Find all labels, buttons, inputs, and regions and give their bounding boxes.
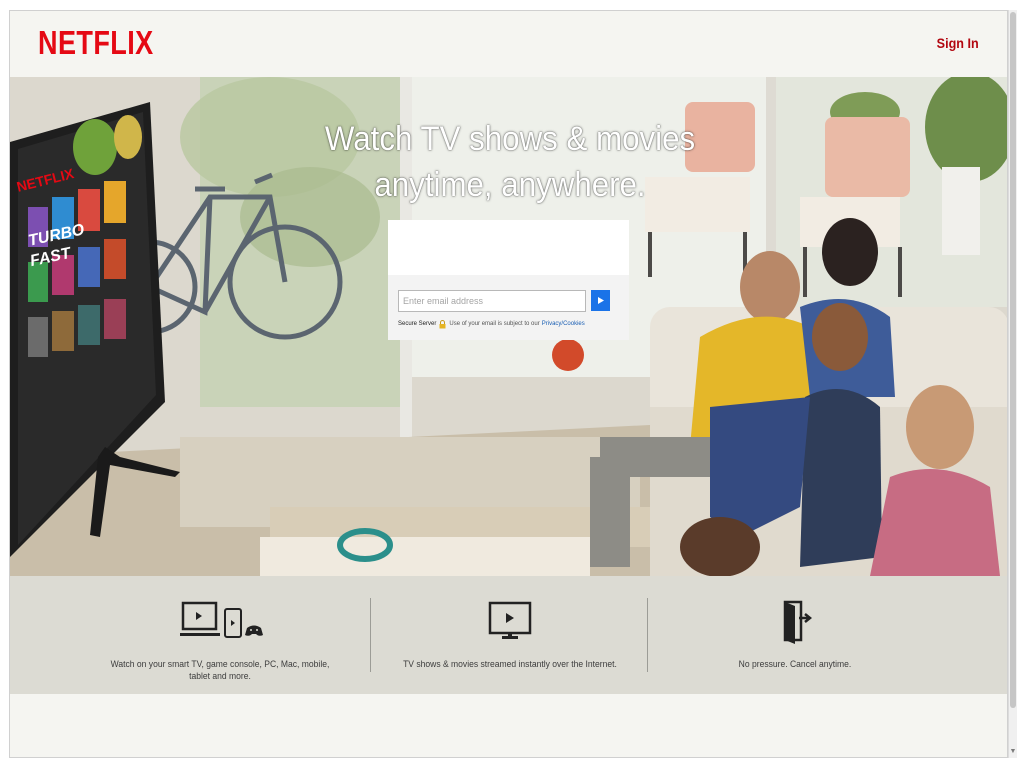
cancel-door-icon bbox=[783, 600, 813, 644]
feature-streaming: TV shows & movies streamed instantly ove… bbox=[390, 576, 630, 694]
email-input[interactable] bbox=[398, 290, 586, 312]
features-band: Watch on your smart TV, game console, PC… bbox=[10, 576, 1007, 694]
lock-icon bbox=[439, 319, 446, 328]
monitor-play-icon bbox=[488, 601, 532, 639]
play-arrow-icon bbox=[597, 297, 604, 304]
feature-cancel-caption: No pressure. Cancel anytime. bbox=[738, 659, 852, 669]
scroll-down-arrow-icon[interactable]: ▼ bbox=[1009, 748, 1017, 756]
devices-icon bbox=[180, 601, 263, 638]
feature-divider bbox=[647, 598, 648, 672]
vertical-scrollbar[interactable]: ▼ bbox=[1008, 10, 1017, 758]
feature-devices-caption: Watch on your smart TV, game console, PC… bbox=[110, 659, 330, 681]
sign-in-link[interactable]: Sign In bbox=[937, 35, 979, 51]
email-signup-form: Secure Server Use of your email is subje… bbox=[388, 220, 629, 340]
browser-viewport: NETFLIX Sign In NETFLIX TURBO FAST Watch… bbox=[9, 10, 1008, 758]
site-header: NETFLIX Sign In bbox=[10, 11, 1007, 77]
headline-line-2: anytime, anywhere. bbox=[374, 166, 646, 204]
privacy-cookies-link[interactable]: Privacy/Cookies bbox=[542, 321, 585, 327]
privacy-note-text: Use of your email is subject to our bbox=[449, 321, 540, 327]
feature-divider bbox=[370, 598, 371, 672]
secure-server-note: Secure Server Use of your email is subje… bbox=[398, 318, 623, 330]
email-submit-button[interactable] bbox=[591, 290, 610, 311]
scrollbar-thumb[interactable] bbox=[1010, 12, 1016, 708]
feature-devices: Watch on your smart TV, game console, PC… bbox=[100, 576, 340, 694]
secure-server-label: Secure Server bbox=[398, 321, 437, 327]
hero-section: NETFLIX TURBO FAST Watch TV shows & movi… bbox=[10, 77, 1007, 576]
headline-line-1: Watch TV shows & movies bbox=[324, 120, 696, 158]
page-below-fold bbox=[10, 694, 1007, 757]
feature-cancel: No pressure. Cancel anytime. bbox=[675, 576, 915, 694]
netflix-logo[interactable]: NETFLIX bbox=[38, 23, 154, 63]
feature-streaming-caption: TV shows & movies streamed instantly ove… bbox=[403, 659, 617, 669]
hero-headline: Watch TV shows & movies anytime, anywher… bbox=[280, 116, 740, 208]
